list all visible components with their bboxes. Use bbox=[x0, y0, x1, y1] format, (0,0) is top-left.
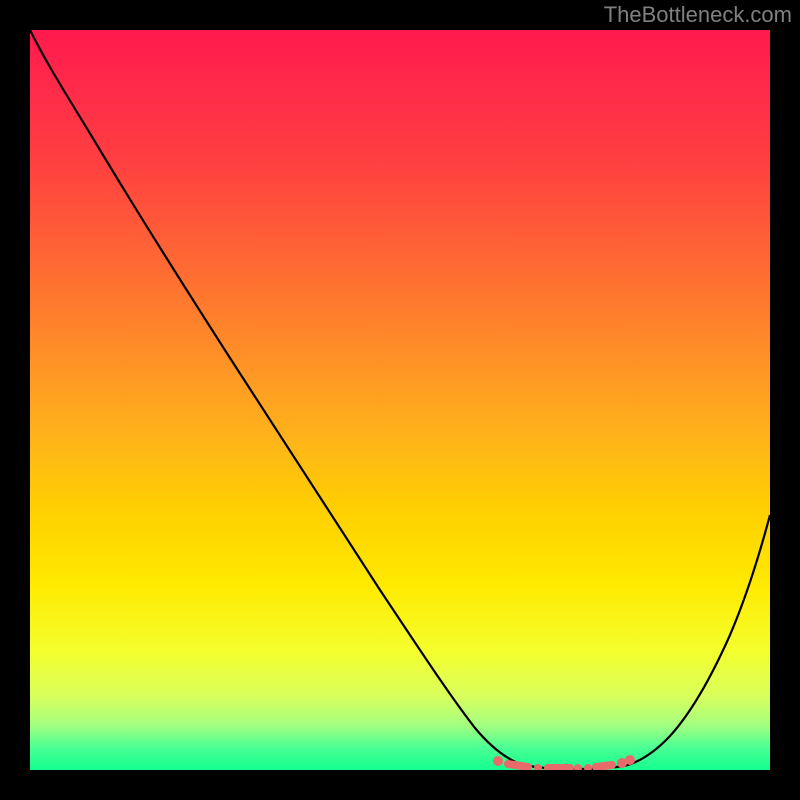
highlight-band bbox=[493, 755, 635, 770]
main-curve bbox=[30, 30, 770, 769]
curve-svg bbox=[30, 30, 770, 770]
chart-container: TheBottleneck.com bbox=[0, 0, 800, 800]
watermark-text: TheBottleneck.com bbox=[604, 2, 792, 28]
plot-area bbox=[30, 30, 770, 770]
